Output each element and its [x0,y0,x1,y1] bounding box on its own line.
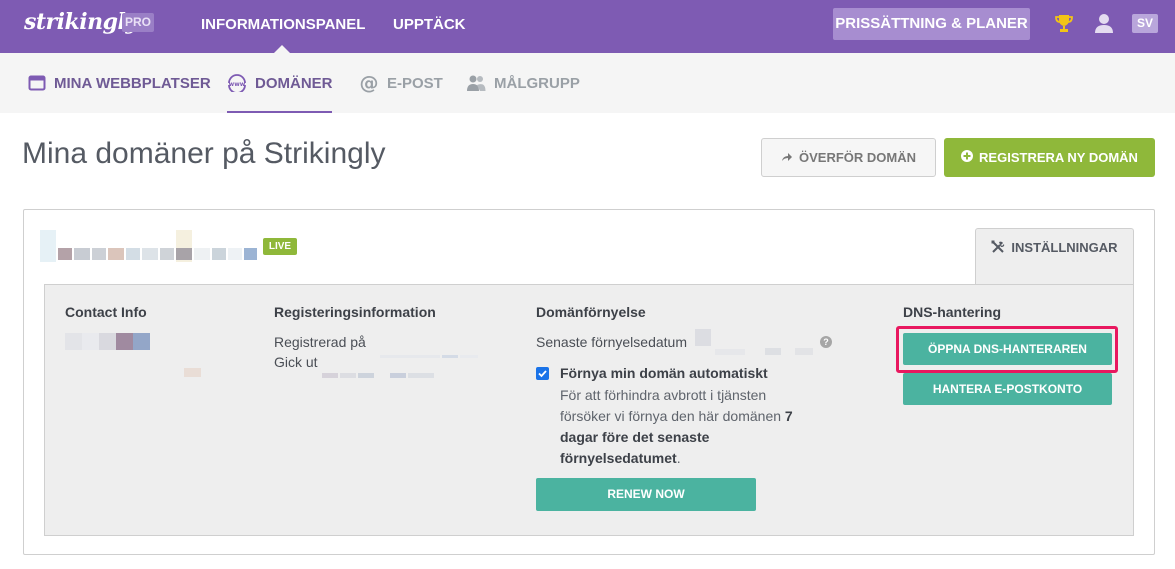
svg-text:www: www [229,81,246,88]
language-selector[interactable]: SV [1132,14,1158,33]
auto-renew-description: För att förhindra avbrott i tjänsten för… [560,387,793,466]
page-title: Mina domäner på Strikingly [22,137,386,170]
contact-info-redacted [65,333,205,383]
people-icon [466,74,486,92]
subnav-email-label: E-POST [387,74,443,92]
pro-badge: PRO [122,13,154,32]
at-sign-icon: @ [359,73,379,93]
live-status-badge: LIVE [263,238,297,255]
settings-tab-label: INSTÄLLNINGAR [1011,240,1118,255]
trophy-icon[interactable] [1053,12,1075,34]
expired-label: Gick ut [274,354,318,370]
transfer-domain-button[interactable]: ÖVERFÖR DOMÄN [761,138,936,177]
subnav-domains[interactable]: www DOMÄNER [227,53,333,113]
dns-management-heading: DNS-hantering [903,304,1001,320]
top-navigation-bar: strikingly PRO INFORMATIONSPANEL UPPTÄCK… [0,0,1175,54]
www-globe-icon: www [227,74,247,92]
register-domain-label: REGISTRERA NY DOMÄN [979,150,1138,165]
arrow-right-icon [781,150,793,165]
subnav-my-websites-label: MINA WEBBPLATSER [54,74,211,92]
registered-date-redacted [380,346,480,364]
domain-renewal-heading: Domänförnyelse [536,304,646,320]
browser-window-icon [28,74,46,92]
subnav-email[interactable]: @ E-POST [359,53,443,113]
user-icon[interactable] [1093,12,1115,34]
subnav-audience-label: MÅLGRUPP [494,74,580,92]
transfer-domain-label: ÖVERFÖR DOMÄN [799,150,916,165]
active-tab-underline [227,111,332,113]
contact-info-heading: Contact Info [65,304,147,320]
manage-email-account-button[interactable]: HANTERA E-POSTKONTO [903,373,1112,405]
subnav-audience[interactable]: MÅLGRUPP [466,53,580,113]
strikingly-logo[interactable]: strikingly [24,9,138,35]
subnav-domains-label: DOMÄNER [255,74,333,92]
latest-renewal-date-label: Senaste förnyelsedatum [536,334,687,350]
renew-now-button[interactable]: RENEW NOW [536,478,756,511]
dns-button-highlight [896,326,1118,373]
subnav-my-websites[interactable]: MINA WEBBPLATSER [28,53,211,113]
register-domain-button[interactable]: REGISTRERA NY DOMÄN [944,138,1155,177]
auto-renew-checkbox[interactable] [536,367,549,380]
renewal-date-redacted [695,329,820,362]
settings-tab[interactable]: INSTÄLLNINGAR [975,228,1134,285]
plus-circle-icon [961,150,974,165]
expired-date-redacted [322,366,437,384]
help-icon[interactable]: ? [820,336,832,348]
tools-icon [991,240,1005,257]
registration-info-heading: Registeringsinformation [274,304,436,320]
nav-dashboard[interactable]: INFORMATIONSPANEL [201,16,365,33]
svg-text:@: @ [360,73,379,93]
auto-renew-label: Förnya min domän automatiskt [560,365,768,381]
pricing-plans-button[interactable]: PRISSÄTTNING & PLANER [833,8,1030,40]
registered-on-label: Registrerad på [274,334,366,350]
nav-discover[interactable]: UPPTÄCK [393,16,466,33]
domain-name-redacted[interactable] [40,230,260,262]
sub-navigation-bar: MINA WEBBPLATSER www DOMÄNER @ E-POST MÅ… [0,53,1175,113]
